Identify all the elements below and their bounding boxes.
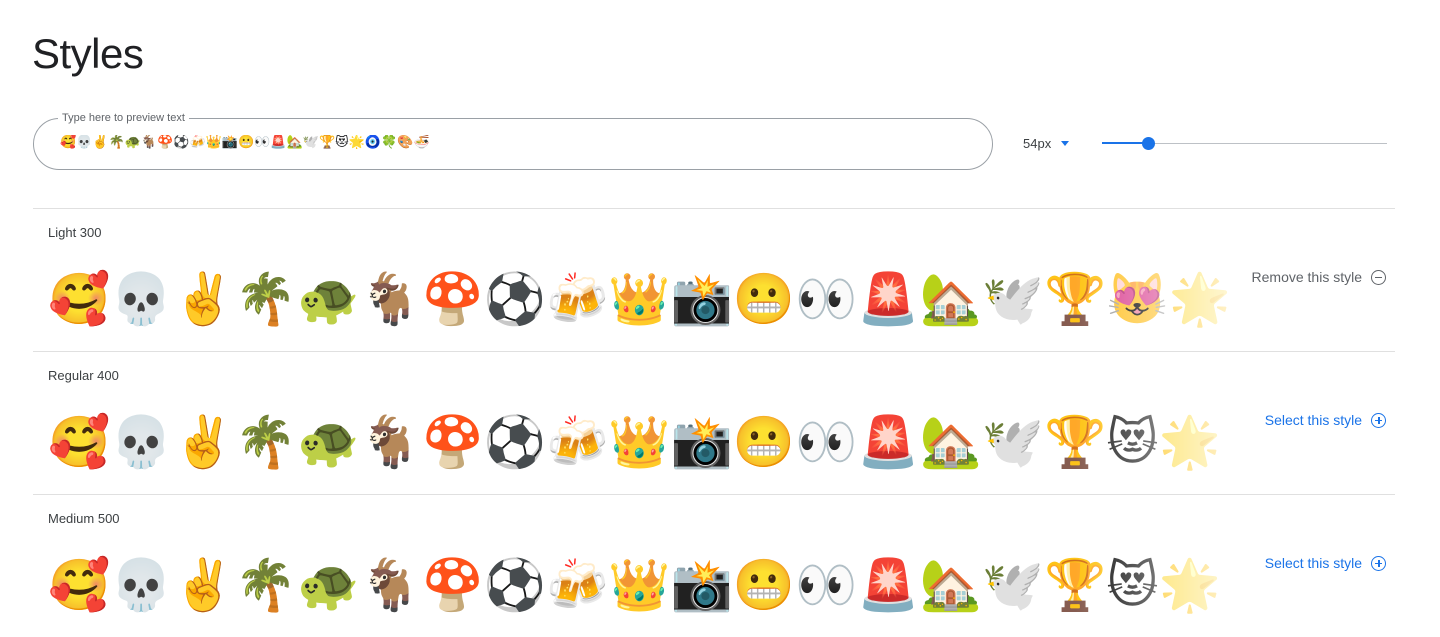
slider-fill [1102, 142, 1148, 144]
minus-circle-icon [1371, 269, 1386, 285]
select-style-button[interactable]: Select this style [1265, 412, 1386, 428]
preview-text-label: Type here to preview text [58, 111, 189, 125]
select-style-label: Select this style [1264, 555, 1362, 571]
style-name: Regular 400 [48, 368, 119, 383]
select-style-label: Select this style [1264, 412, 1362, 428]
preview-text-field[interactable]: Type here to preview text [33, 111, 993, 170]
style-row-medium-500: Medium 500 🥰💀✌️🌴🐢🐐🍄⚽🍻👑📸😬👀🚨🏡🕊️🏆😻🌟 Select … [33, 494, 1395, 637]
style-name: Medium 500 [48, 511, 120, 526]
glyph-preview: 🥰💀✌️🌴🐢🐐🍄⚽🍻👑📸😬👀🚨🏡🕊️🏆😻🌟 [48, 270, 1231, 328]
preview-text-input[interactable] [60, 131, 960, 153]
select-style-button[interactable]: Select this style [1265, 555, 1386, 571]
style-name: Light 300 [48, 225, 102, 240]
dropdown-caret-icon [1061, 141, 1070, 146]
plus-circle-icon [1371, 555, 1386, 571]
page-title: Styles [32, 30, 144, 77]
remove-style-label: Remove this style [1251, 269, 1362, 285]
remove-style-button[interactable]: Remove this style [1252, 269, 1386, 285]
font-size-slider[interactable] [1102, 134, 1387, 154]
font-size-value: 54px [1023, 136, 1052, 151]
slider-thumb[interactable] [1141, 137, 1155, 150]
glyph-preview: 🥰💀✌️🌴🐢🐐🍄⚽🍻👑📸😬👀🚨🏡🕊️🏆😻🌟 [48, 413, 1221, 471]
style-row-regular-400: Regular 400 🥰💀✌️🌴🐢🐐🍄⚽🍻👑📸😬👀🚨🏡🕊️🏆😻🌟 Select… [33, 351, 1395, 494]
font-size-dropdown[interactable]: 54px [1023, 136, 1070, 151]
plus-circle-icon [1371, 412, 1386, 428]
style-row-light-300: Light 300 🥰💀✌️🌴🐢🐐🍄⚽🍻👑📸😬👀🚨🏡🕊️🏆😻🌟 Remove t… [33, 208, 1395, 351]
glyph-preview: 🥰💀✌️🌴🐢🐐🍄⚽🍻👑📸😬👀🚨🏡🕊️🏆😻🌟 [48, 556, 1221, 614]
